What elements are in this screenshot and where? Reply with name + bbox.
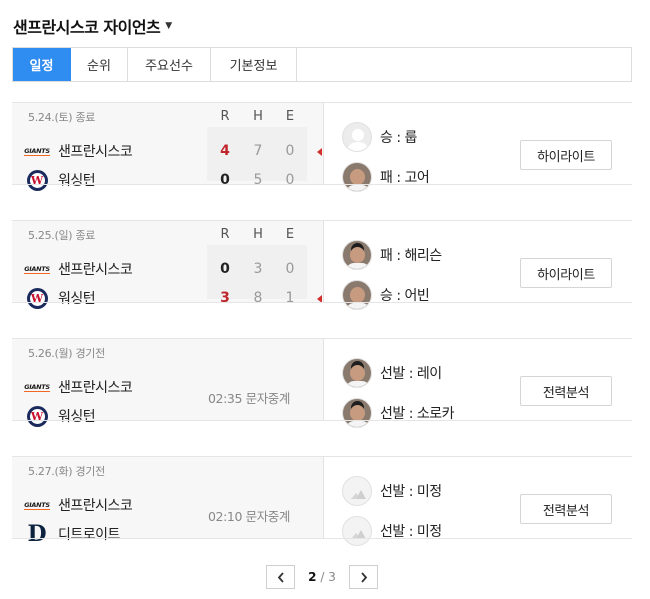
player-avatar [342,398,372,428]
pagination: 2 / 3 [266,565,378,589]
tab-standings[interactable]: 순위 [71,48,128,81]
score-runs: 0 [220,172,230,188]
tab-basic-info[interactable]: 기본정보 [211,48,297,81]
chevron-left-icon[interactable] [266,565,295,589]
game-status-link[interactable]: 02:10 문자중계 [208,506,290,525]
tab-schedule[interactable]: 일정 [13,48,71,81]
giants-logo: GIANTS [24,146,50,156]
rhe-header-e: E [285,109,295,124]
team-name: 워싱턴 [58,291,96,307]
player-avatar [342,280,372,310]
team-row-away[interactable]: W 워싱턴 [24,168,96,192]
current-page: 2 [308,570,317,584]
player-avatar [342,240,372,270]
team-name: 워싱턴 [58,173,96,189]
pitcher-row: 선발 : 미정 [342,476,442,506]
rhe-header-r: R [220,227,230,242]
nationals-logo: W [24,287,50,309]
caret-down-icon: ▼ [165,21,172,31]
nationals-logo: W [24,405,50,427]
team-row-away[interactable]: W 워싱턴 [24,404,96,428]
team-row-home[interactable]: GIANTS 샌프란시스코 [24,375,133,399]
rhe-header-r: R [220,109,230,124]
team-name: 샌프란시스코 [58,498,133,514]
pitcher-label: 선발 : 미정 [380,484,442,500]
chevron-right-icon[interactable] [349,565,378,589]
score-errors: 0 [285,143,295,159]
rhe-header-e: E [285,227,295,242]
placeholder-image-icon [342,516,372,546]
game-card: 5.25.(일) 종료 R H E GIANTS 샌프란시스코 W 워싱턴 0 … [12,220,632,310]
team-row-home[interactable]: GIANTS 샌프란시스코 [24,257,133,281]
score-runs: 4 [220,143,230,159]
analysis-button[interactable]: 전력분석 [520,494,612,524]
team-row-away[interactable]: D 디트로이트 [24,522,120,546]
team-row-home[interactable]: GIANTS 샌프란시스코 [24,493,133,517]
score-errors: 1 [285,290,295,306]
game-date: 5.25.(일) 종료 [28,229,96,242]
player-avatar [342,122,372,152]
placeholder-image-icon [342,476,372,506]
nationals-logo: W [24,169,50,191]
tab-bar: 일정 순위 주요선수 기본정보 [12,47,632,82]
score-hits: 7 [253,143,263,159]
team-name: 워싱턴 [58,409,96,425]
page-title: 샌프란시스코 자이언츠 [13,18,161,37]
highlight-button[interactable]: 하이라이트 [520,140,612,170]
analysis-button[interactable]: 전력분석 [520,376,612,406]
rhe-header-h: H [253,227,263,242]
score-runs: 3 [220,290,230,306]
pitcher-row[interactable]: 선발 : 레이 [342,358,442,388]
winner-marker-icon [317,148,322,156]
tigers-logo: D [27,521,47,547]
tab-key-players[interactable]: 주요선수 [128,48,211,81]
player-avatar [342,162,372,192]
game-card: 5.26.(월) 경기전 GIANTS 샌프란시스코 W 워싱턴 02:35 문… [12,338,632,428]
team-name: 디트로이트 [58,527,120,543]
game-card: 5.24.(토) 종료 R H E GIANTS 샌프란시스코 W 워싱턴 4 … [12,102,632,192]
game-date: 5.27.(화) 경기전 [28,465,105,478]
total-pages: 3 [328,570,336,584]
team-name: 샌프란시스코 [58,262,133,278]
score-hits: 8 [253,290,263,306]
score-errors: 0 [285,172,295,188]
pitcher-label: 패 : 해리슨 [380,248,442,264]
team-title-dropdown[interactable]: 샌프란시스코 자이언츠 ▼ [13,14,172,38]
score-errors: 0 [285,261,295,277]
team-row-away[interactable]: W 워싱턴 [24,286,96,310]
team-name: 샌프란시스코 [58,380,133,396]
giants-logo: GIANTS [24,382,50,392]
rhe-header-h: H [253,109,263,124]
team-row-home[interactable]: GIANTS 샌프란시스코 [24,139,133,163]
team-name: 샌프란시스코 [58,144,133,160]
game-date: 5.24.(토) 종료 [28,111,96,124]
pitcher-label: 선발 : 레이 [380,366,442,382]
pitcher-row[interactable]: 패 : 해리슨 [342,240,442,270]
player-avatar [342,358,372,388]
page-indicator: 2 / 3 [295,570,349,584]
game-status-link[interactable]: 02:35 문자중계 [208,388,290,407]
pitcher-row[interactable]: 승 : 어빈 [342,280,430,310]
score-hits: 3 [253,261,263,277]
pitcher-label: 승 : 룹 [380,130,417,146]
page-separator: / [320,570,325,584]
pitcher-row[interactable]: 승 : 룹 [342,122,417,152]
highlight-button[interactable]: 하이라이트 [520,258,612,288]
score-runs: 0 [220,261,230,277]
pitcher-row: 선발 : 미정 [342,516,442,546]
pitcher-row[interactable]: 패 : 고어 [342,162,430,192]
giants-logo: GIANTS [24,500,50,510]
score-hits: 5 [253,172,263,188]
pitcher-row[interactable]: 선발 : 소로카 [342,398,455,428]
game-date: 5.26.(월) 경기전 [28,347,105,360]
game-card: 5.27.(화) 경기전 GIANTS 샌프란시스코 D 디트로이트 02:10… [12,456,632,546]
giants-logo: GIANTS [24,264,50,274]
